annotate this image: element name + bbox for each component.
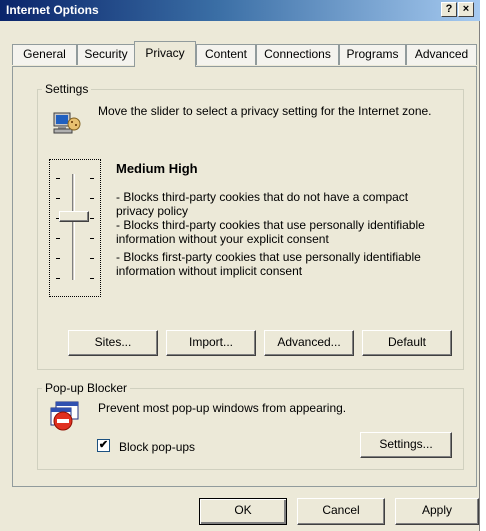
advanced-button-label: Advanced... <box>277 335 341 349</box>
tab-programs[interactable]: Programs <box>339 44 406 65</box>
privacy-description-2: - Blocks third-party cookies that use pe… <box>116 218 425 246</box>
slider-tick <box>90 178 94 179</box>
advanced-button[interactable]: Advanced... <box>264 330 354 356</box>
popup-description: Prevent most pop-up windows from appeari… <box>98 401 347 415</box>
default-button[interactable]: Default <box>362 330 452 356</box>
tab-connections[interactable]: Connections <box>256 44 339 65</box>
internet-options-dialog: Internet Options ? × General Security Pr… <box>0 0 480 531</box>
import-button-label: Import... <box>188 335 233 349</box>
slider-tick <box>56 278 60 279</box>
slider-tick <box>90 238 94 239</box>
block-popups-checkbox[interactable]: ✔ <box>97 439 110 452</box>
slider-tick <box>56 198 60 199</box>
slider-tick <box>56 238 60 239</box>
tab-privacy[interactable]: Privacy <box>134 41 196 67</box>
popup-settings-button-label: Settings... <box>379 437 433 451</box>
slider-tick <box>90 278 94 279</box>
privacy-slider[interactable] <box>49 159 101 297</box>
tab-security[interactable]: Security <box>77 44 135 65</box>
slider-tick <box>90 218 94 219</box>
privacy-description-3: - Blocks first-party cookies that use pe… <box>116 250 421 278</box>
import-button[interactable]: Import... <box>166 330 256 356</box>
apply-button-label: Apply <box>421 503 453 517</box>
popup-blocker-icon <box>48 400 82 432</box>
slider-tick <box>90 198 94 199</box>
privacy-description-1: - Blocks third-party cookies that do not… <box>116 190 409 218</box>
privacy-computer-icon <box>52 110 82 136</box>
help-button[interactable]: ? <box>441 2 457 17</box>
slider-instruction: Move the slider to select a privacy sett… <box>98 104 432 118</box>
slider-track <box>72 174 75 280</box>
slider-tick <box>90 258 94 259</box>
cancel-button[interactable]: Cancel <box>297 498 385 525</box>
settings-legend: Settings <box>42 82 92 96</box>
tab-content[interactable]: Content <box>196 44 256 65</box>
block-popups-label[interactable]: Block pop-ups <box>119 440 195 454</box>
slider-tick <box>56 178 60 179</box>
title-bar[interactable]: Internet Options ? × <box>0 0 480 21</box>
slider-tick <box>56 258 60 259</box>
slider-thumb[interactable] <box>59 211 89 222</box>
sites-button-label: Sites... <box>94 335 132 349</box>
close-button[interactable]: × <box>458 2 474 17</box>
sites-button[interactable]: Sites... <box>68 330 158 356</box>
tab-advanced[interactable]: Advanced <box>406 44 477 65</box>
privacy-level-title: Medium High <box>116 161 198 176</box>
popup-blocker-legend: Pop-up Blocker <box>42 381 131 395</box>
tab-general[interactable]: General <box>12 44 77 65</box>
ok-button[interactable]: OK <box>199 498 287 525</box>
cancel-button-label: Cancel <box>322 503 360 517</box>
ok-button-label: OK <box>234 503 252 517</box>
popup-settings-button[interactable]: Settings... <box>360 432 452 458</box>
default-button-label: Default <box>387 335 427 349</box>
window-title: Internet Options <box>6 3 99 17</box>
apply-button[interactable]: Apply <box>395 498 479 525</box>
